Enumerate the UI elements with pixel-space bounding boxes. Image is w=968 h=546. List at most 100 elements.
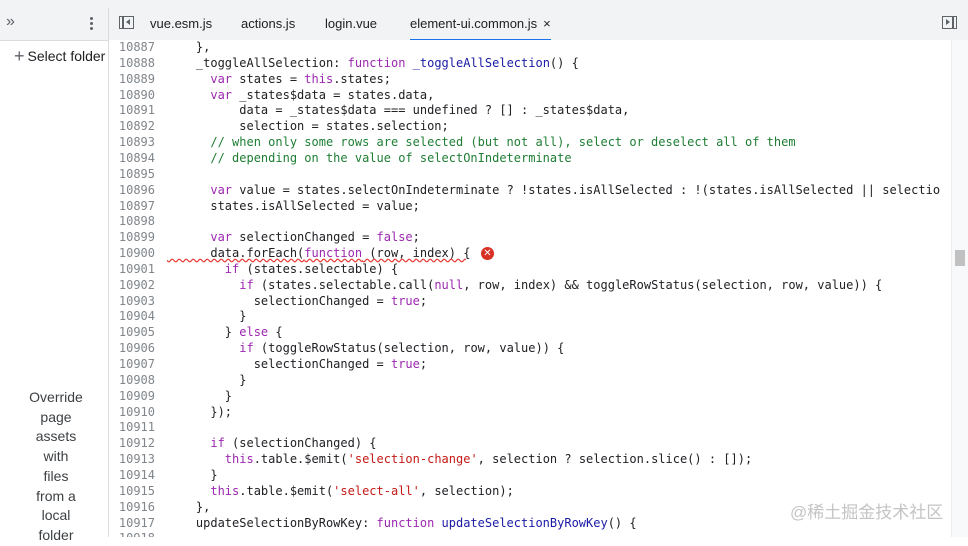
line-number[interactable]: 10916 xyxy=(109,500,155,516)
line-number[interactable]: 10889 xyxy=(109,72,155,88)
code-token: states.isAllSelected = value; xyxy=(167,198,420,213)
code-line[interactable]: 10895 xyxy=(109,167,951,183)
tab-element-ui-common[interactable]: element-ui.common.js × xyxy=(410,8,551,41)
close-tab-icon[interactable]: × xyxy=(543,16,551,31)
code-token: function xyxy=(347,55,406,70)
line-number[interactable]: 10917 xyxy=(109,516,155,532)
code-token: } xyxy=(167,388,233,403)
code-token: }, xyxy=(167,40,211,54)
code-line[interactable]: 10891 data = _states$data === undefined … xyxy=(109,103,951,119)
code-line[interactable]: 10918 xyxy=(109,531,951,537)
code-line[interactable]: 10910 }); xyxy=(109,405,951,421)
code-text: } xyxy=(167,309,246,325)
tab-label: actions.js xyxy=(241,16,296,31)
code-line[interactable]: 10887 }, xyxy=(109,40,951,56)
select-folder-button[interactable]: + Select folder xyxy=(14,46,105,67)
code-line[interactable]: 10904 } xyxy=(109,309,951,325)
code-line[interactable]: 10900 data.forEach(function (row, index)… xyxy=(109,246,951,262)
code-line[interactable]: 10912 if (selectionChanged) { xyxy=(109,436,951,452)
line-number[interactable]: 10915 xyxy=(109,484,155,500)
code-text: updateSelectionByRowKey: function update… xyxy=(167,516,637,532)
code-line[interactable]: 10894 // depending on the value of selec… xyxy=(109,151,951,167)
code-line[interactable]: 10890 var _states$data = states.data, xyxy=(109,88,951,104)
code-line[interactable]: 10908 } xyxy=(109,373,951,389)
line-number[interactable]: 10891 xyxy=(109,103,155,119)
code-line[interactable]: 10902 if (states.selectable.call(null, r… xyxy=(109,278,951,294)
line-number[interactable]: 10901 xyxy=(109,262,155,278)
line-number[interactable]: 10905 xyxy=(109,325,155,341)
code-token: if xyxy=(167,277,254,292)
scrollbar-thumb[interactable] xyxy=(955,250,965,266)
code-token: (selectionChanged) { xyxy=(224,436,377,451)
code-line[interactable]: 10901 if (states.selectable) { xyxy=(109,262,951,278)
line-number[interactable]: 10911 xyxy=(109,420,155,436)
error-icon[interactable]: ✕ xyxy=(481,247,494,261)
code-line[interactable]: 10898 xyxy=(109,214,951,230)
code-line[interactable]: 10905 } else { xyxy=(109,325,951,341)
line-number[interactable]: 10902 xyxy=(109,278,155,294)
code-token: }); xyxy=(167,404,233,419)
more-options-kebab-icon[interactable] xyxy=(86,15,96,33)
line-number[interactable]: 10888 xyxy=(109,56,155,72)
code-line[interactable]: 10896 var value = states.selectOnIndeter… xyxy=(109,183,951,199)
code-line[interactable]: 10911 xyxy=(109,420,951,436)
more-tabs-chevron-icon[interactable]: » xyxy=(6,13,15,31)
editor-scrollbar[interactable] xyxy=(951,40,968,537)
code-text: if (states.selectable.call(null, row, in… xyxy=(167,278,882,294)
code-token: }, xyxy=(167,499,211,514)
code-text: if (selectionChanged) { xyxy=(167,436,377,452)
code-token: // when only some rows are selected (but… xyxy=(167,135,796,150)
sidebar-toolbar: » xyxy=(0,8,108,41)
toggle-debugger-icon[interactable] xyxy=(942,16,957,29)
line-number[interactable]: 10904 xyxy=(109,309,155,325)
code-line[interactable]: 10906 if (toggleRowStatus(selection, row… xyxy=(109,341,951,357)
code-line[interactable]: 10889 var states = this.states; xyxy=(109,72,951,88)
tab-vue-esm[interactable]: vue.esm.js xyxy=(150,8,212,40)
code-line[interactable]: 10913 this.table.$emit('selection-change… xyxy=(109,452,951,468)
line-number[interactable]: 10914 xyxy=(109,468,155,484)
code-token: , selection ? selection.slice() : []); xyxy=(477,452,753,467)
line-number[interactable]: 10909 xyxy=(109,389,155,405)
line-number[interactable]: 10913 xyxy=(109,452,155,468)
code-line[interactable]: 10903 selectionChanged = true; xyxy=(109,294,951,310)
line-number[interactable]: 10897 xyxy=(109,199,155,215)
tab-actions[interactable]: actions.js xyxy=(241,8,295,40)
code-line[interactable]: 10893 // when only some rows are selecte… xyxy=(109,135,951,151)
code-token: _states$data = states.data, xyxy=(232,87,435,102)
code-line[interactable]: 10899 var selectionChanged = false; xyxy=(109,230,951,246)
code-line[interactable]: 10914 } xyxy=(109,468,951,484)
code-line[interactable]: 10907 selectionChanged = true; xyxy=(109,357,951,373)
code-line[interactable]: 10909 } xyxy=(109,389,951,405)
line-number[interactable]: 10910 xyxy=(109,405,155,421)
line-number[interactable]: 10896 xyxy=(109,183,155,199)
line-number[interactable]: 10906 xyxy=(109,341,155,357)
toggle-navigator-icon[interactable] xyxy=(119,16,134,29)
sources-sidebar: » + Select folder Override page assets with f… xyxy=(0,8,109,543)
line-number[interactable]: 10890 xyxy=(109,88,155,104)
code-text: data.forEach(function (row, index) { xyxy=(167,246,470,262)
line-number[interactable]: 10893 xyxy=(109,135,155,151)
line-number[interactable]: 10895 xyxy=(109,167,155,183)
code-line[interactable]: 10897 states.isAllSelected = value; xyxy=(109,199,951,215)
code-token: else xyxy=(239,325,269,340)
line-number[interactable]: 10887 xyxy=(109,40,155,56)
code-token: true xyxy=(390,357,420,371)
code-token: } xyxy=(167,467,218,482)
line-number[interactable]: 10899 xyxy=(109,230,155,246)
line-number[interactable]: 10912 xyxy=(109,436,155,452)
line-number[interactable]: 10900 xyxy=(109,246,155,262)
line-number[interactable]: 10918 xyxy=(109,531,155,537)
code-line[interactable]: 10892 selection = states.selection; xyxy=(109,119,951,135)
line-number[interactable]: 10908 xyxy=(109,373,155,389)
code-line[interactable]: 10888 _toggleAllSelection: function _tog… xyxy=(109,56,951,72)
code-editor[interactable]: 10887 }, 10888 _toggleAllSelection: funct… xyxy=(109,40,951,537)
code-text: var states = this.states; xyxy=(167,72,391,88)
line-number[interactable]: 10907 xyxy=(109,357,155,373)
tab-login-vue[interactable]: login.vue xyxy=(325,8,377,40)
line-number[interactable]: 10898 xyxy=(109,214,155,230)
code-token: if xyxy=(167,261,240,276)
line-number[interactable]: 10903 xyxy=(109,294,155,310)
code-token: ; xyxy=(419,357,428,371)
line-number[interactable]: 10892 xyxy=(109,119,155,135)
line-number[interactable]: 10894 xyxy=(109,151,155,167)
